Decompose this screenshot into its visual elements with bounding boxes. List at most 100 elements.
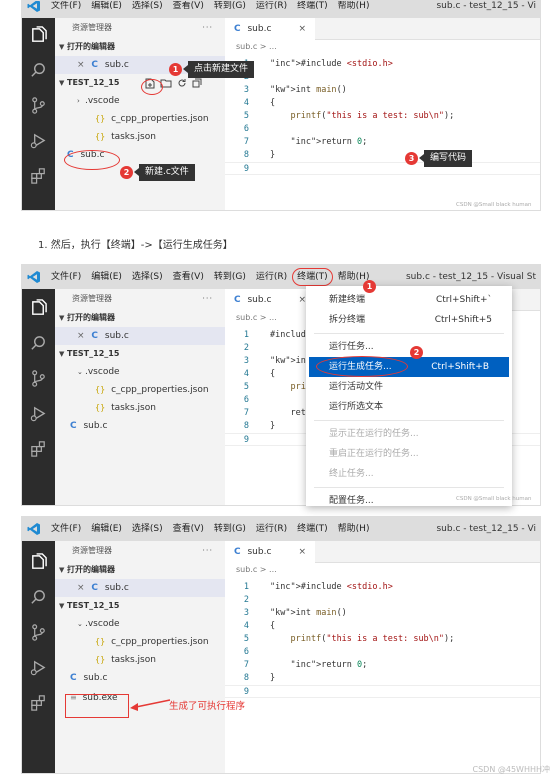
menu-terminal[interactable]: 终端(T) [292, 1, 333, 18]
more-actions-icon[interactable]: ··· [202, 18, 213, 38]
code-line[interactable]: 8} [225, 672, 540, 685]
menu-view[interactable]: 查看(V) [168, 1, 209, 18]
sub-c-file[interactable]: C sub.c [55, 669, 225, 687]
code-line[interactable]: 6 [225, 646, 540, 659]
menu-selection[interactable]: 选择(S) [127, 265, 168, 289]
sub-c-file[interactable]: C sub.c [55, 417, 225, 435]
tab-sub-c[interactable]: C sub.c × [225, 541, 315, 563]
code-area[interactable]: 1"inc">#include <stdio.h>23"kw">int main… [225, 581, 540, 698]
source-control-icon[interactable] [29, 96, 48, 115]
code-line[interactable]: 2 [225, 71, 540, 84]
extensions-icon[interactable] [29, 166, 48, 185]
code-line[interactable]: 6 [225, 123, 540, 136]
menu-selection[interactable]: 选择(S) [127, 517, 168, 541]
menu-file[interactable]: 文件(F) [46, 517, 86, 541]
menu-edit[interactable]: 编辑(E) [86, 517, 127, 541]
run-debug-icon[interactable] [29, 404, 48, 423]
breadcrumb[interactable]: sub.c > ... [236, 42, 277, 51]
menu-selection[interactable]: 选择(S) [127, 1, 168, 18]
menu-run[interactable]: 运行(R) [251, 517, 292, 541]
collapse-all-icon[interactable] [192, 78, 202, 88]
menu-terminal[interactable]: 终端(T) [292, 517, 333, 541]
menu-goto[interactable]: 转到(G) [209, 517, 251, 541]
open-editors-section[interactable]: ▼ 打开的编辑器 [55, 309, 225, 327]
run-debug-icon[interactable] [29, 658, 48, 677]
more-actions-icon[interactable]: ··· [202, 541, 213, 561]
source-control-icon[interactable] [29, 623, 48, 642]
menu-run[interactable]: 运行(R) [251, 265, 292, 289]
folder-section[interactable]: ▼ TEST_12_15 [55, 345, 225, 363]
menu-edit[interactable]: 编辑(E) [86, 1, 127, 18]
tab-close-icon[interactable]: × [298, 289, 306, 311]
menu-edit[interactable]: 编辑(E) [86, 265, 127, 289]
close-icon[interactable]: × [77, 60, 85, 70]
code-line[interactable]: 9 [225, 685, 540, 698]
code-line[interactable]: 5 printf("this is a test: sub\n"); [225, 633, 540, 646]
code-line[interactable]: 1"inc">#include <stdio.h> [225, 581, 540, 594]
menu-goto[interactable]: 转到(G) [209, 1, 251, 18]
menu-run[interactable]: 运行(R) [251, 1, 292, 18]
code-editor[interactable]: sub.c > ... 1"inc">#include <stdio.h>23"… [225, 40, 540, 210]
code-line[interactable]: 3 "kw">int main() [225, 84, 540, 97]
explorer-icon[interactable] [29, 26, 48, 45]
tasks-file[interactable]: {} tasks.json [55, 651, 225, 669]
menu-goto[interactable]: 转到(G) [209, 265, 251, 289]
vscode-folder[interactable]: ⌄ .vscode [55, 363, 225, 381]
cpp-properties-file[interactable]: {} c_cpp_properties.json [55, 110, 225, 128]
code-line[interactable]: 2 [225, 594, 540, 607]
code-line[interactable]: 5 printf("this is a test: sub\n"); [225, 110, 540, 123]
menu-file[interactable]: 文件(F) [46, 1, 86, 18]
code-line[interactable]: 7 "inc">return 0; [225, 136, 540, 149]
close-icon[interactable]: × [77, 583, 85, 593]
terminal-menu-item[interactable]: 运行任务... [306, 337, 512, 357]
tab-close-icon[interactable]: × [298, 541, 306, 563]
search-icon[interactable] [29, 588, 48, 607]
source-control-icon[interactable] [29, 369, 48, 388]
more-actions-icon[interactable]: ··· [202, 289, 213, 309]
breadcrumb[interactable]: sub.c > ... [236, 313, 277, 322]
menu-file[interactable]: 文件(F) [46, 265, 86, 289]
extensions-icon[interactable] [29, 439, 48, 458]
menu-view[interactable]: 查看(V) [168, 517, 209, 541]
code-line[interactable]: 9 [225, 162, 540, 175]
tab-close-icon[interactable]: × [298, 18, 306, 40]
code-line[interactable]: 4{ [225, 97, 540, 110]
run-debug-icon[interactable] [29, 131, 48, 150]
menu-view[interactable]: 查看(V) [168, 265, 209, 289]
search-icon[interactable] [29, 334, 48, 353]
menu-terminal[interactable]: 终端(T) [292, 268, 333, 286]
cpp-properties-file[interactable]: {} c_cpp_properties.json [55, 633, 225, 651]
explorer-icon[interactable] [29, 299, 48, 318]
open-editors-section[interactable]: ▼ 打开的编辑器 [55, 38, 225, 56]
refresh-icon[interactable] [177, 78, 187, 88]
open-editors-section[interactable]: ▼ 打开的编辑器 [55, 561, 225, 579]
close-icon[interactable]: × [77, 331, 85, 341]
code-line[interactable]: 3 "kw">int main() [225, 607, 540, 620]
code-editor[interactable]: sub.c > ... 1"inc">#include <stdio.h>23"… [225, 563, 540, 773]
open-editor-sub-c[interactable]: × C sub.c [55, 327, 225, 345]
vscode-folder[interactable]: › .vscode [55, 92, 225, 110]
explorer-icon[interactable] [29, 553, 48, 572]
cpp-properties-file[interactable]: {} c_cpp_properties.json [55, 381, 225, 399]
code-line[interactable]: 4{ [225, 620, 540, 633]
code-area[interactable]: 1"inc">#include <stdio.h>23"kw">int main… [225, 58, 540, 175]
tab-sub-c[interactable]: C sub.c × [225, 18, 315, 40]
code-line[interactable]: 8} [225, 149, 540, 162]
terminal-menu-item[interactable]: 运行所选文本 [306, 397, 512, 417]
tasks-file[interactable]: {} tasks.json [55, 128, 225, 146]
vscode-folder[interactable]: ⌄ .vscode [55, 615, 225, 633]
tasks-file[interactable]: {} tasks.json [55, 399, 225, 417]
extensions-icon[interactable] [29, 693, 48, 712]
code-line[interactable]: 1"inc">#include <stdio.h> [225, 58, 540, 71]
terminal-menu-item[interactable]: 拆分终端 Ctrl+Shift+5 [306, 310, 512, 330]
tab-sub-c[interactable]: C sub.c × [225, 289, 315, 311]
menu-help[interactable]: 帮助(H) [333, 1, 375, 18]
breadcrumb[interactable]: sub.c > ... [236, 565, 277, 574]
terminal-menu-item[interactable]: 新建终端 Ctrl+Shift+` [306, 290, 512, 310]
code-line[interactable]: 7 "inc">return 0; [225, 659, 540, 672]
menu-help[interactable]: 帮助(H) [333, 517, 375, 541]
search-icon[interactable] [29, 61, 48, 80]
folder-section[interactable]: ▼ TEST_12_15 [55, 597, 225, 615]
open-editor-sub-c[interactable]: × C sub.c [55, 579, 225, 597]
terminal-menu-item[interactable]: 运行活动文件 [306, 377, 512, 397]
